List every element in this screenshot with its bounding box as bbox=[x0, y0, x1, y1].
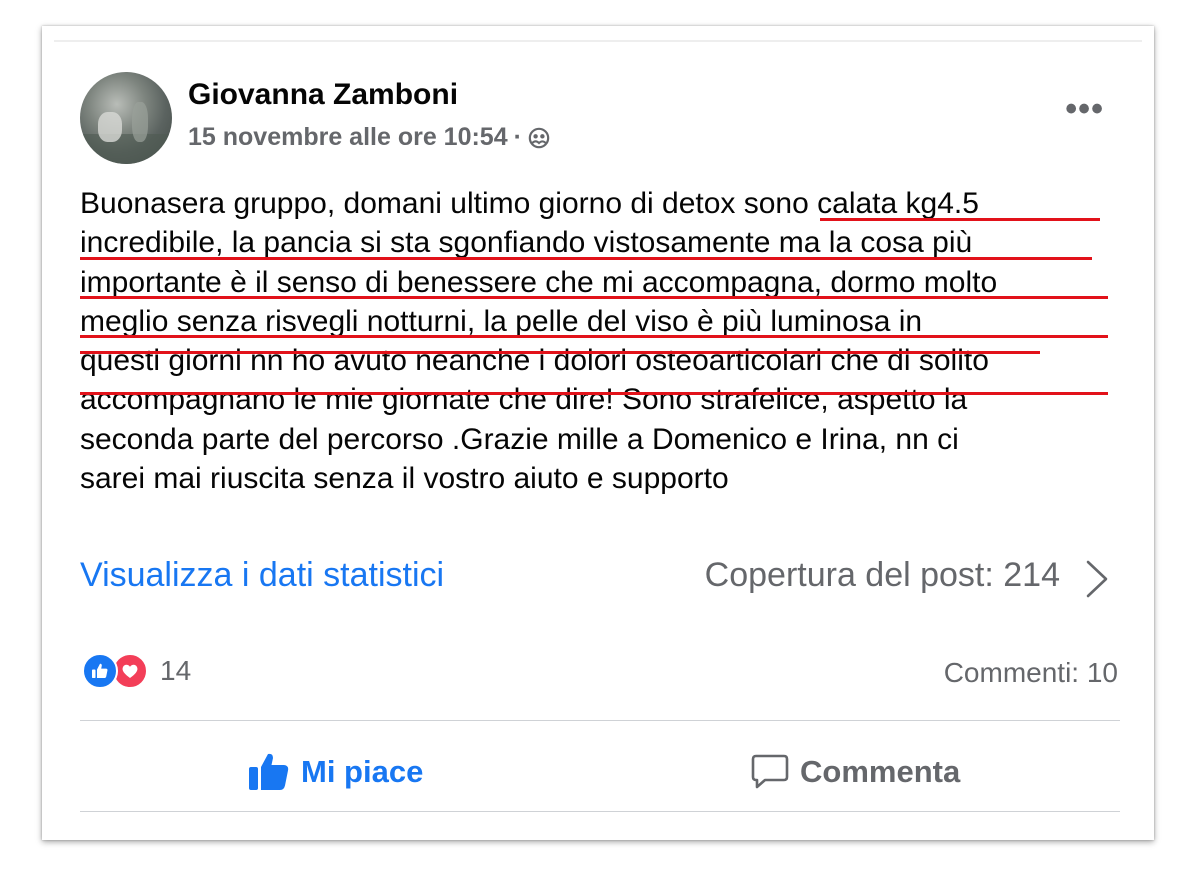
like-button[interactable]: Mi piace bbox=[247, 746, 423, 798]
group-icon bbox=[528, 127, 550, 149]
post-card: Giovanna Zamboni 15 novembre alle ore 10… bbox=[42, 26, 1154, 840]
top-divider bbox=[54, 40, 1142, 42]
highlight-underline bbox=[80, 257, 1092, 260]
comment-button[interactable]: Commenta bbox=[750, 746, 960, 798]
divider bbox=[80, 720, 1120, 721]
reaction-count: 14 bbox=[160, 655, 192, 686]
post-reach[interactable]: Copertura del post: 214 bbox=[705, 556, 1060, 595]
avatar[interactable] bbox=[80, 72, 172, 164]
post-timestamp[interactable]: 15 novembre alle ore 10:54 bbox=[188, 123, 508, 152]
post-text-line: questi giorni nn ho avuto neanche i dolo… bbox=[80, 344, 989, 378]
post-text-line: sarei mai riuscita senza il vostro aiuto… bbox=[80, 462, 729, 496]
author-name[interactable]: Giovanna Zamboni bbox=[188, 78, 458, 112]
post-text: Buonasera gruppo, domani ultimo giorno d… bbox=[80, 184, 1120, 498]
highlight-underline bbox=[80, 296, 1108, 299]
thumbs-up-icon bbox=[249, 753, 289, 790]
highlight-underline bbox=[80, 351, 1040, 354]
like-reaction-icon bbox=[82, 653, 118, 689]
like-button-label: Mi piace bbox=[301, 754, 424, 789]
divider bbox=[80, 811, 1120, 812]
post-meta: 15 novembre alle ore 10:54 · bbox=[188, 123, 550, 152]
more-options-button[interactable]: ••• bbox=[1065, 90, 1104, 129]
reactions-summary[interactable]: 14 bbox=[82, 653, 191, 689]
view-insights-link[interactable]: Visualizza i dati statistici bbox=[80, 556, 444, 595]
comments-count[interactable]: Commenti: 10 bbox=[944, 657, 1118, 689]
chevron-right-icon[interactable] bbox=[1084, 559, 1110, 599]
post-text-line: accompagnano le mie giornate che dire! S… bbox=[80, 383, 968, 417]
highlight-underline bbox=[80, 392, 1108, 395]
highlight-underline bbox=[80, 335, 1108, 338]
comment-button-label: Commenta bbox=[800, 754, 961, 789]
post-text-line: seconda parte del percorso .Grazie mille… bbox=[80, 422, 959, 456]
meta-separator: · bbox=[513, 123, 522, 151]
comment-icon bbox=[751, 754, 789, 789]
highlight-underline bbox=[820, 218, 1100, 221]
